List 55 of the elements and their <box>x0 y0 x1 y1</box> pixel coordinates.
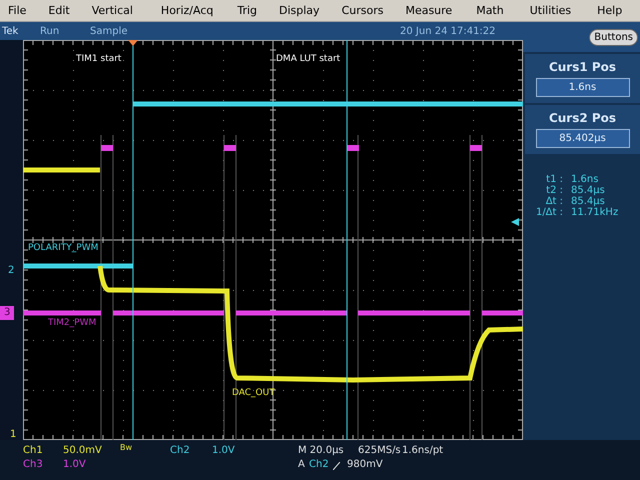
menu-item[interactable]: Help <box>597 2 622 19</box>
channel-name: Ch1 <box>23 445 43 456</box>
buttons-toggle[interactable]: Buttons <box>589 28 638 46</box>
acquisition-mode: Sample <box>90 26 128 36</box>
date-time: 20 Jun 24 17:41:22 <box>400 26 496 36</box>
run-state: Run <box>40 26 60 36</box>
trigger-label: A <box>298 459 305 470</box>
waveform <box>101 145 113 151</box>
readout-label: t1 : <box>545 174 563 185</box>
rising-edge-icon <box>333 462 340 470</box>
trigger-level-icon <box>511 218 519 226</box>
channel-marker: 3 <box>0 306 14 320</box>
channel-scale: 1.0V <box>63 459 86 470</box>
timebase-scale: M 20.0µs <box>298 445 344 456</box>
sample-rate: 625MS/s <box>358 445 401 456</box>
menu-item[interactable]: Measure <box>405 2 452 19</box>
menu-item[interactable]: Vertical <box>92 2 133 19</box>
cursor-value-field[interactable]: 1.6ns <box>536 78 630 97</box>
readout-value: 85.4µs <box>571 185 606 196</box>
readout-value: 1.6ns <box>571 174 600 185</box>
trace-label: POLARITY_PWM <box>28 243 98 253</box>
readout-label: t2 : <box>545 185 563 196</box>
channel-name: Ch3 <box>23 459 43 470</box>
trigger-level: 980mV <box>347 459 383 470</box>
menu-item[interactable]: Trig <box>237 2 258 19</box>
channel-marker: 2 <box>7 264 16 278</box>
trace-label: TIM1 start <box>76 54 122 64</box>
channel-marker: 1 <box>9 428 18 442</box>
cursor-title: Curs1 Pos <box>548 60 616 74</box>
bandwidth-limit-label: Bw <box>120 443 132 452</box>
brand-label: Tek <box>2 26 18 36</box>
readout-value: 85.4µs <box>571 196 605 207</box>
channel-scale: 50.0mV <box>63 445 102 456</box>
cursor-line[interactable] <box>346 40 348 440</box>
readout-label: 1/Δt : <box>534 207 563 218</box>
waveform <box>224 145 236 151</box>
channel-name: Ch2 <box>170 445 190 456</box>
channel-scale: 1.0V <box>212 445 235 456</box>
trigger-source: Ch2 <box>309 459 329 470</box>
menu-item[interactable]: Horiz/Acq <box>160 2 214 19</box>
waveform <box>470 145 482 151</box>
record-resolution: 1.6ns/pt <box>402 445 444 456</box>
menu-item[interactable]: Display <box>279 2 320 19</box>
cursor-value-field[interactable]: 85.402µs <box>536 129 630 148</box>
menu-item[interactable]: Math <box>476 2 504 19</box>
menu-item[interactable]: Utilities <box>530 2 572 19</box>
trace-label: TIM2_PWM <box>48 318 96 328</box>
readout-label: Δt : <box>544 196 563 207</box>
readout-value: 11.71kHz <box>571 207 620 218</box>
waveform <box>347 145 359 151</box>
menu-item[interactable]: Edit <box>48 2 70 19</box>
menu-item[interactable]: Cursors <box>342 2 384 19</box>
trace-label: DMA LUT start <box>276 54 340 64</box>
cursor-title: Curs2 Pos <box>548 111 616 125</box>
menu-item[interactable]: File <box>8 2 26 19</box>
